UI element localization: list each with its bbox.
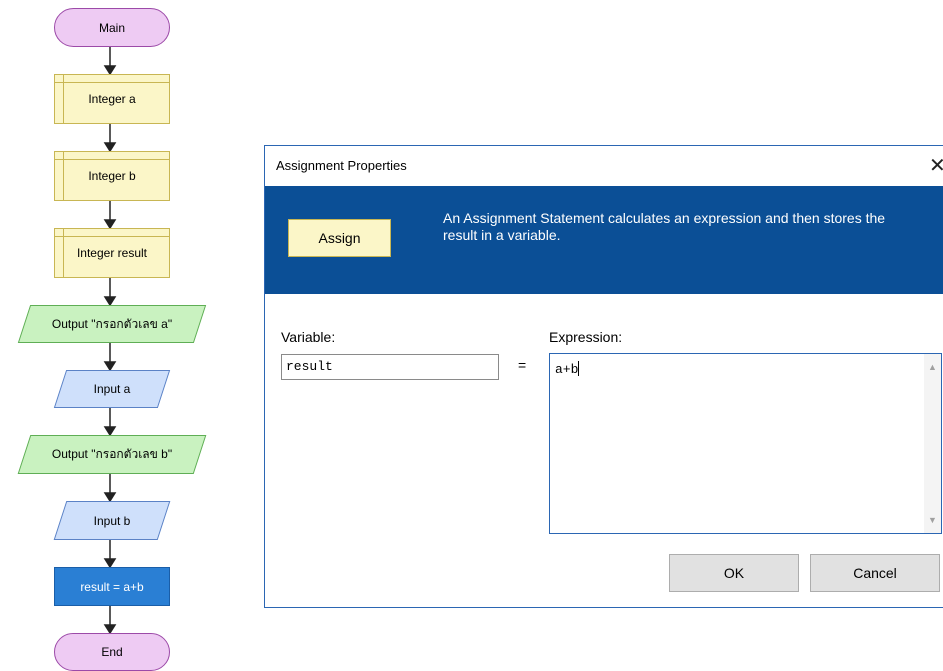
scroll-up-icon[interactable]: ▲ bbox=[928, 362, 937, 372]
dialog-banner: Assign An Assignment Statement calculate… bbox=[265, 186, 943, 294]
variable-label: Variable: bbox=[281, 329, 336, 345]
expression-value: a+b bbox=[555, 362, 579, 377]
flow-node-output-b[interactable]: Output "กรอกตัวเลข b" bbox=[17, 435, 207, 474]
flow-node-assign-result[interactable]: result = a+b bbox=[54, 567, 170, 606]
expression-textarea[interactable]: a+b ▲ ▼ bbox=[549, 353, 942, 534]
flow-node-label: End bbox=[101, 645, 123, 659]
expression-label: Expression: bbox=[549, 329, 623, 345]
flow-node-input-b[interactable]: Input b bbox=[53, 501, 171, 540]
arrowhead bbox=[103, 219, 117, 230]
flow-node-label: Integer result bbox=[76, 246, 148, 260]
equals-sign: = bbox=[518, 357, 527, 373]
flow-node-label: Output "กรอกตัวเลข b" bbox=[51, 447, 173, 461]
arrowhead bbox=[103, 65, 117, 76]
flow-node-main[interactable]: Main bbox=[54, 8, 170, 47]
flow-node-output-a[interactable]: Output "กรอกตัวเลข a" bbox=[17, 305, 207, 343]
flowchart-canvas: Main Integer a Integer b Integer result … bbox=[0, 0, 230, 671]
flow-node-label: Integer b bbox=[88, 169, 136, 183]
variable-input[interactable]: result bbox=[281, 354, 499, 380]
arrowhead bbox=[103, 558, 117, 569]
flow-node-input-a[interactable]: Input a bbox=[53, 370, 171, 408]
assign-badge: Assign bbox=[288, 219, 391, 257]
arrowhead bbox=[103, 142, 117, 153]
flow-node-label: Main bbox=[98, 20, 125, 35]
flow-node-label: Output "กรอกตัวเลข a" bbox=[51, 316, 173, 331]
arrowhead bbox=[103, 361, 117, 372]
dialog-titlebar: Assignment Properties ✕ bbox=[265, 146, 943, 186]
flow-node-label: Input b bbox=[93, 513, 131, 528]
scroll-down-icon[interactable]: ▼ bbox=[928, 515, 937, 525]
banner-description: An Assignment Statement calculates an ex… bbox=[443, 210, 886, 243]
text-caret bbox=[578, 361, 580, 376]
cancel-button[interactable]: Cancel bbox=[810, 554, 940, 592]
arrowhead bbox=[103, 492, 117, 503]
flow-node-declare-b[interactable]: Integer b bbox=[54, 151, 170, 201]
flow-node-label: Input a bbox=[93, 382, 131, 396]
dialog-title: Assignment Properties bbox=[276, 158, 407, 173]
flow-node-declare-a[interactable]: Integer a bbox=[54, 74, 170, 124]
flow-node-declare-result[interactable]: Integer result bbox=[54, 228, 170, 278]
arrowhead bbox=[103, 426, 117, 437]
expression-text: a+b bbox=[555, 361, 580, 377]
flow-node-end[interactable]: End bbox=[54, 633, 170, 671]
assignment-properties-dialog: Assignment Properties ✕ Assign An Assign… bbox=[264, 145, 943, 608]
expression-scrollbar[interactable]: ▲ ▼ bbox=[924, 354, 941, 533]
arrowhead bbox=[103, 624, 117, 635]
arrowhead bbox=[103, 296, 117, 307]
flow-node-label: Integer a bbox=[88, 92, 136, 106]
ok-button[interactable]: OK bbox=[669, 554, 799, 592]
close-icon[interactable]: ✕ bbox=[929, 153, 943, 178]
flow-node-label: result = a+b bbox=[80, 579, 144, 594]
